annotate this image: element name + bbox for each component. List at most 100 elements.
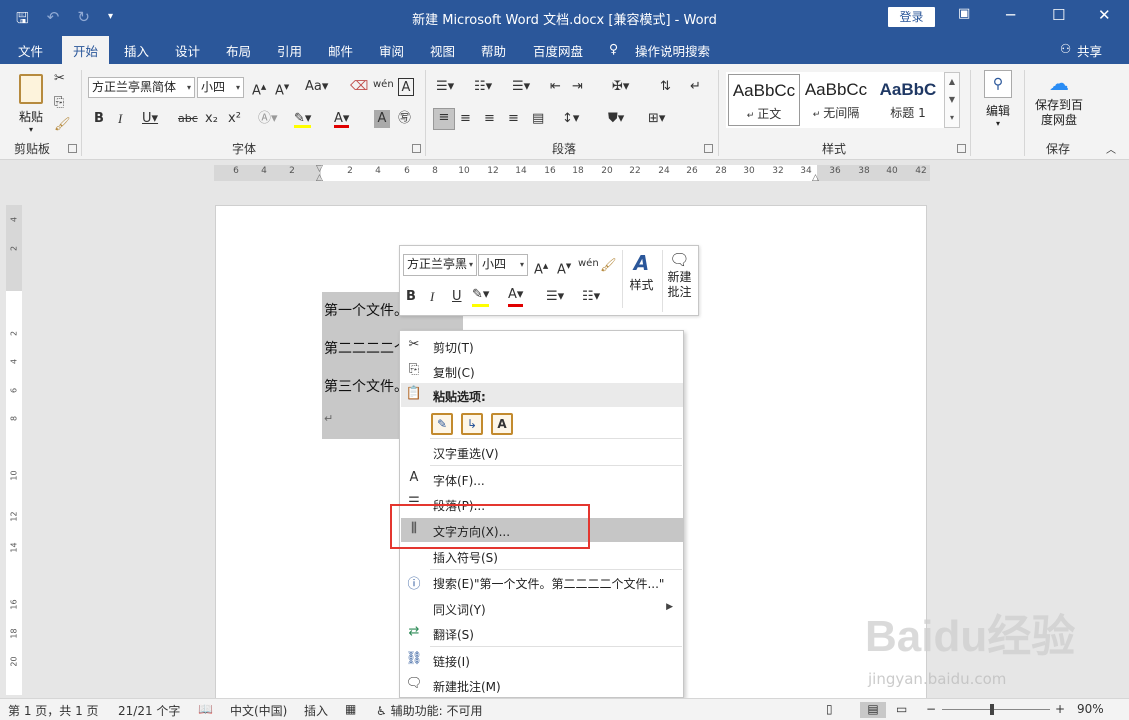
align-left-icon[interactable]: ≡ — [433, 108, 455, 130]
shading-icon[interactable]: ⛊▾ — [608, 110, 624, 128]
paste-button[interactable]: 粘贴 ▾ — [12, 70, 50, 134]
zoom-out-icon[interactable]: − — [926, 702, 936, 716]
tab-design[interactable]: 设计 — [175, 41, 200, 60]
tab-layout[interactable]: 布局 — [226, 41, 251, 60]
ribbon-display-icon[interactable]: ▣ — [958, 6, 970, 21]
styles-launcher-icon[interactable] — [957, 144, 966, 153]
tab-file[interactable]: 文件 — [18, 41, 43, 60]
menu-item-reconvert[interactable]: 汉字重选(V) — [401, 440, 683, 464]
paragraph-launcher-icon[interactable] — [704, 144, 713, 153]
tab-view[interactable]: 视图 — [430, 41, 455, 60]
language-indicator[interactable]: 中文(中国) — [230, 702, 287, 719]
mini-numbering-icon[interactable]: ☷▾ — [582, 288, 600, 306]
mini-highlight-icon[interactable]: ✎▾ — [472, 286, 490, 307]
document-line-1[interactable]: 第一个文件。 — [324, 300, 408, 320]
paste-keep-source-icon[interactable]: ✎ — [431, 413, 453, 435]
mini-shrink-font-icon[interactable]: A▼ — [557, 257, 571, 279]
word-count[interactable]: 21/21 个字 — [118, 702, 180, 719]
style-no-spacing[interactable]: AaBbCc ↵ 无间隔 — [800, 74, 872, 126]
mini-font-size-combo[interactable]: 小四 ▾ — [478, 254, 528, 276]
tab-baidu-netdisk[interactable]: 百度网盘 — [533, 41, 583, 60]
menu-item-cut[interactable]: ✂ 剪切(T) — [401, 334, 683, 358]
numbering-icon[interactable]: ☷▾ — [474, 78, 492, 96]
superscript-icon[interactable]: x² — [228, 110, 241, 128]
subscript-icon[interactable]: x₂ — [205, 110, 218, 128]
zoom-in-icon[interactable]: + — [1055, 702, 1065, 716]
enclose-character-icon[interactable]: A — [398, 78, 414, 96]
justify-icon[interactable]: ≡ — [508, 110, 519, 128]
proofing-icon[interactable]: 📖 — [198, 702, 213, 716]
horizontal-ruler[interactable]: 6 4 2 2 4 6 8 10 12 14 16 18 20 22 24 26… — [214, 164, 930, 183]
highlight-icon[interactable]: ✎▾ — [294, 110, 312, 128]
distributed-icon[interactable]: ▤ — [532, 110, 544, 128]
tab-review[interactable]: 审阅 — [379, 41, 404, 60]
font-size-combo[interactable]: 小四 ▾ — [197, 77, 244, 98]
multilevel-list-icon[interactable]: ☰▾ — [512, 78, 530, 96]
mini-styles-button[interactable]: A 样式 — [622, 250, 660, 308]
change-case-icon[interactable]: Aa▾ — [305, 78, 328, 96]
menu-item-link[interactable]: ⛓ 链接(I) — [401, 648, 683, 672]
minimize-icon[interactable]: ─ — [1006, 6, 1015, 24]
sort-icon[interactable]: ⇅ — [660, 78, 671, 96]
phonetic-guide-icon[interactable]: wén — [373, 76, 394, 94]
style-normal[interactable]: AaBbCc ↵ 正文 — [728, 74, 800, 126]
document-line-3[interactable]: 第三个文件。 — [324, 376, 408, 396]
mini-bold-icon[interactable]: B — [406, 288, 416, 306]
mini-grow-font-icon[interactable]: A▲ — [534, 257, 548, 279]
increase-indent-icon[interactable]: ⇥ — [572, 78, 583, 96]
decrease-indent-icon[interactable]: ⇤ — [550, 78, 561, 96]
menu-item-translate[interactable]: ⇄ 翻译(S) — [401, 621, 683, 645]
read-mode-icon[interactable]: ▯ — [826, 702, 833, 716]
zoom-slider[interactable] — [942, 704, 1050, 715]
tab-help[interactable]: 帮助 — [481, 41, 506, 60]
share-button[interactable]: 共享 — [1077, 41, 1102, 60]
mini-font-name-combo[interactable]: 方正兰亭黑 ▾ — [403, 254, 477, 276]
login-button[interactable]: 登录 — [888, 7, 935, 27]
mini-format-painter-icon[interactable]: 🖌 — [600, 257, 617, 275]
web-layout-icon[interactable]: ▭ — [896, 702, 907, 716]
collapse-ribbon-icon[interactable]: ︿ — [1106, 142, 1116, 160]
mini-font-color-icon[interactable]: A▾ — [508, 286, 524, 307]
style-heading-1[interactable]: AaBbC 标题 1 — [872, 74, 944, 126]
borders-icon[interactable]: ⊞▾ — [648, 110, 665, 128]
menu-item-copy[interactable]: ⎘ 复制(C) — [401, 359, 683, 383]
zoom-level[interactable]: 90% — [1077, 702, 1104, 716]
tab-mailings[interactable]: 邮件 — [328, 41, 353, 60]
mini-new-comment-button[interactable]: 🗨 新建批注 — [662, 250, 696, 312]
accessibility-status[interactable]: ♿ 辅助功能: 不可用 — [376, 702, 482, 719]
save-to-baidu-button[interactable]: ☁ 保存到百度网盘 — [1030, 72, 1088, 136]
macro-record-icon[interactable]: ▦ — [345, 702, 356, 716]
mini-underline-icon[interactable]: U — [452, 288, 462, 306]
clear-formatting-icon[interactable]: ⌫ — [350, 78, 368, 96]
font-name-combo[interactable]: 方正兰亭黑简体 ▾ — [88, 77, 195, 98]
menu-item-synonyms[interactable]: 同义词(Y) ▶ — [401, 596, 683, 620]
character-shading-icon[interactable]: A — [374, 110, 390, 128]
menu-item-new-comment[interactable]: 🗨 新建批注(M) — [401, 673, 683, 697]
format-painter-icon[interactable]: 🖌 — [54, 116, 71, 134]
grow-font-icon[interactable]: A▲ — [252, 78, 266, 98]
text-effects-icon[interactable]: Ⓐ▾ — [258, 110, 278, 128]
font-color-icon[interactable]: A▾ — [334, 110, 350, 128]
shrink-font-icon[interactable]: A▼ — [275, 78, 289, 98]
paste-merge-format-icon[interactable]: ↳ — [461, 413, 483, 435]
italic-icon[interactable]: I — [118, 110, 122, 128]
vertical-ruler[interactable]: 4 2 2 4 6 8 10 12 14 16 18 20 — [6, 205, 22, 695]
center-icon[interactable]: ≡ — [460, 110, 471, 128]
tab-references[interactable]: 引用 — [277, 41, 302, 60]
line-spacing-icon[interactable]: ↕▾ — [562, 110, 579, 128]
chinese-layout-icon[interactable]: ✠▾ — [612, 78, 629, 96]
page-count[interactable]: 第 1 页，共 1 页 — [8, 702, 99, 719]
strikethrough-icon[interactable]: abc — [178, 110, 198, 128]
bold-icon[interactable]: B — [94, 110, 104, 128]
left-indent-marker[interactable]: △ — [316, 173, 323, 183]
cut-icon[interactable]: ✂ — [54, 70, 65, 88]
tab-insert[interactable]: 插入 — [124, 41, 149, 60]
right-indent-marker[interactable]: △ — [812, 173, 819, 183]
tell-me-search[interactable]: 操作说明搜索 — [635, 41, 710, 60]
print-layout-icon[interactable]: ▤ — [860, 702, 886, 718]
editing-button[interactable]: ⚲ 编辑 ▾ — [980, 70, 1016, 132]
show-marks-icon[interactable]: ↵ — [690, 78, 701, 96]
menu-item-search[interactable]: ⓘ 搜索(E)"第一个文件。第二二二二个文件..." — [401, 570, 683, 594]
bullets-icon[interactable]: ☰▾ — [436, 78, 454, 96]
enclose-char-icon[interactable]: ㊢ — [398, 110, 411, 128]
